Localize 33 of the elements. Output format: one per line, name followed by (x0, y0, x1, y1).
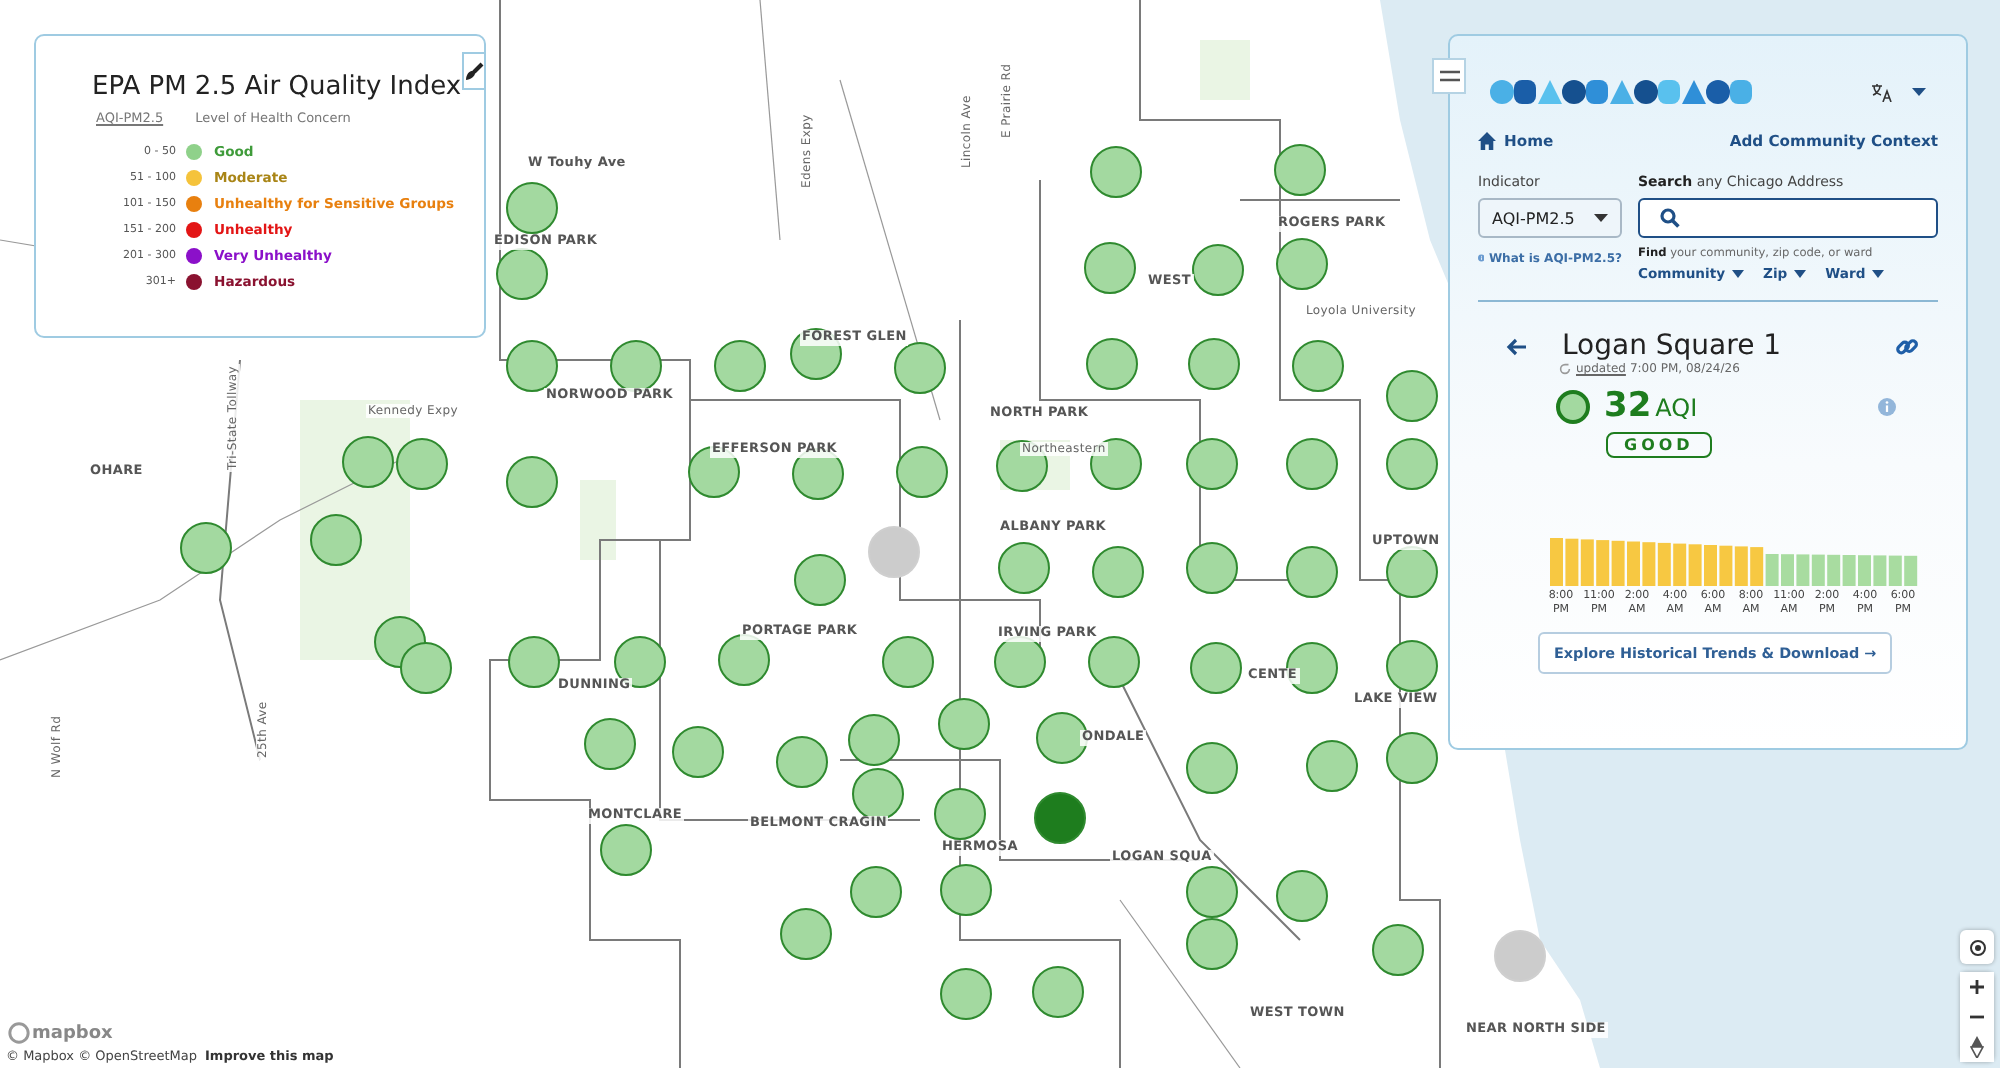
caret-icon (1731, 270, 1744, 278)
category-badge: GOOD (1606, 432, 1712, 458)
aqi-value: 32 (1604, 386, 1652, 426)
info-icon (1478, 250, 1485, 266)
home-icon (1478, 132, 1496, 150)
info-icon (1878, 397, 1896, 415)
menu-icon (1439, 70, 1459, 82)
search-field[interactable] (1638, 198, 1938, 238)
compass-icon (1970, 1036, 1984, 1058)
copy-link-button[interactable] (1896, 335, 1918, 357)
aqi-unit: AQI (1655, 394, 1698, 422)
plus-icon (1968, 978, 1986, 996)
back-arrow-icon (1506, 337, 1526, 355)
zoom-in-button[interactable] (1960, 972, 1994, 1002)
caret-icon (1793, 270, 1806, 278)
locate-button[interactable] (1960, 930, 1994, 964)
indicator-select[interactable]: AQI-PM2.5 (1478, 198, 1622, 238)
back-button[interactable] (1506, 337, 1526, 355)
style-button[interactable] (461, 52, 486, 90)
legend-title: EPA PM 2.5 Air Quality Index (92, 72, 462, 102)
search-icon (1660, 208, 1680, 228)
brush-icon (463, 61, 484, 81)
station-name: Logan Square 1 (1562, 330, 1784, 362)
caret-icon (1871, 270, 1884, 278)
link-icon (1896, 335, 1918, 357)
menu-button[interactable] (1432, 58, 1466, 94)
translate-icon (1872, 83, 1892, 101)
compass-button[interactable] (1960, 1032, 1994, 1062)
refresh-icon (1558, 362, 1572, 376)
caret-icon (1912, 88, 1926, 96)
target-icon (1967, 937, 1987, 957)
caret-icon (1594, 214, 1608, 222)
mapbox-logo[interactable]: mapbox (8, 1022, 113, 1044)
